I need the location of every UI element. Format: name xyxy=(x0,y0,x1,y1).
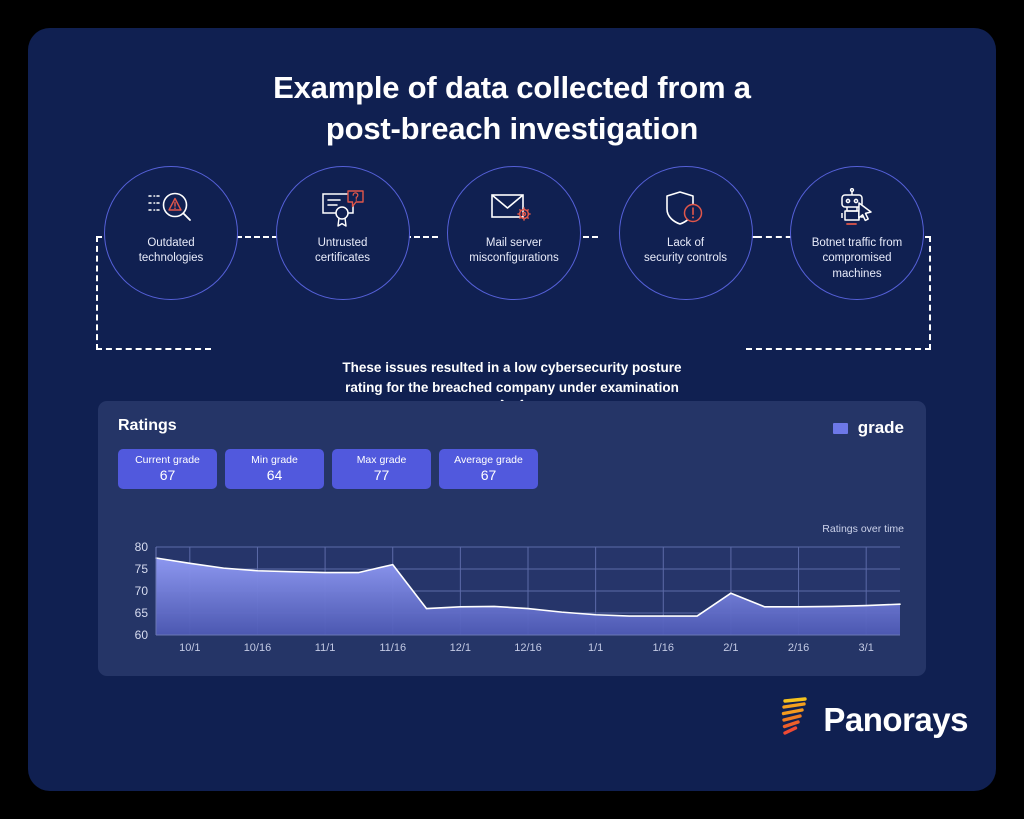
issue-node-label: Outdated technologies xyxy=(138,237,204,265)
svg-text:12/1: 12/1 xyxy=(450,642,471,654)
summary-caption: These issues resulted in a low cybersecu… xyxy=(28,358,996,397)
issue-node-label: Lack of security controls xyxy=(643,237,728,265)
page-title-line-2: post-breach investigation xyxy=(325,110,699,146)
summary-caption-line-1: These issues resulted in a low cybersecu… xyxy=(342,360,682,375)
issue-node-lack-of-security-controls[interactable]: Lack of security controls xyxy=(618,166,753,300)
robot-cursor-icon xyxy=(830,187,884,231)
stat-label: Max grade xyxy=(356,453,407,466)
certificate-question-icon xyxy=(316,187,370,231)
svg-text:10/1: 10/1 xyxy=(179,642,200,654)
mail-gear-icon xyxy=(487,187,541,231)
stat-average-grade[interactable]: Average grade 67 xyxy=(439,449,538,489)
panorays-logo: Panorays xyxy=(779,696,968,743)
grade-legend-swatch xyxy=(832,422,848,434)
stat-value: 67 xyxy=(480,466,497,483)
issue-node-untrusted-certificates[interactable]: Untrusted certificates xyxy=(275,166,410,300)
ratings-over-time-chart[interactable]: 60 65 70 75 80 10/1 10/16 11/1 11/16 12/1 12/16 1/1… xyxy=(118,541,908,661)
svg-text:2/16: 2/16 xyxy=(788,642,809,654)
svg-text:10/16: 10/16 xyxy=(244,642,272,654)
page-title-line-1: Example of data collected from a xyxy=(273,70,751,105)
stat-value: 64 xyxy=(266,466,283,483)
issue-node-outdated-technologies[interactable]: Outdated technologies xyxy=(104,166,238,300)
panorays-slash-mark xyxy=(779,696,813,743)
stat-min-grade[interactable]: Min grade 64 xyxy=(225,449,324,489)
page-title: Example of data collected from a post-br… xyxy=(28,68,996,150)
summary-caption-line-2: rating for the breached company under ex… xyxy=(345,379,679,395)
stat-label: Current grade xyxy=(135,453,200,466)
panorays-wordmark: Panorays xyxy=(823,700,968,738)
issue-node-botnet-traffic[interactable]: Botnet traffic from compromised machines xyxy=(790,166,924,300)
issue-node-label: Botnet traffic from compromised machines xyxy=(811,237,903,280)
card-title: Ratings xyxy=(118,417,177,434)
svg-text:3/1: 3/1 xyxy=(859,642,874,654)
ratings-card: Ratings grade Current grade 67 Min grade… xyxy=(98,401,926,676)
svg-text:1/1: 1/1 xyxy=(588,642,603,654)
chart-legend[interactable]: grade xyxy=(832,418,904,438)
stat-current-grade[interactable]: Current grade 67 xyxy=(118,449,217,489)
shield-alert-icon xyxy=(659,187,713,231)
chart-caption: Ratings over time xyxy=(822,523,904,535)
svg-text:11/16: 11/16 xyxy=(379,642,406,654)
stat-label: Average grade xyxy=(454,453,523,466)
issue-node-mail-server-misconfigurations[interactable]: Mail server misconfigurations xyxy=(447,166,581,300)
svg-text:75: 75 xyxy=(135,562,149,576)
svg-text:70: 70 xyxy=(135,584,149,598)
svg-text:11/1: 11/1 xyxy=(315,642,336,654)
issue-node-label: Untrusted certificates xyxy=(315,237,370,265)
issue-node-list: Outdated technologies Untrusted certific… xyxy=(104,166,924,300)
binary-magnifier-warning-icon xyxy=(144,187,198,231)
svg-text:1/16: 1/16 xyxy=(653,642,674,654)
stat-label: Min grade xyxy=(251,453,298,466)
stat-max-grade[interactable]: Max grade 77 xyxy=(332,449,431,489)
grade-stats-row: Current grade 67 Min grade 64 Max grade … xyxy=(118,449,538,489)
svg-text:65: 65 xyxy=(135,606,149,620)
stat-value: 67 xyxy=(159,466,176,483)
svg-text:2/1: 2/1 xyxy=(723,642,738,654)
stat-value: 77 xyxy=(373,466,390,483)
svg-text:80: 80 xyxy=(135,541,149,554)
chart-legend-label: grade xyxy=(857,418,904,437)
svg-text:12/16: 12/16 xyxy=(514,642,542,654)
issue-node-label: Mail server misconfigurations xyxy=(469,237,559,265)
svg-text:60: 60 xyxy=(135,628,149,642)
main-panel: Example of data collected from a post-br… xyxy=(28,28,996,791)
